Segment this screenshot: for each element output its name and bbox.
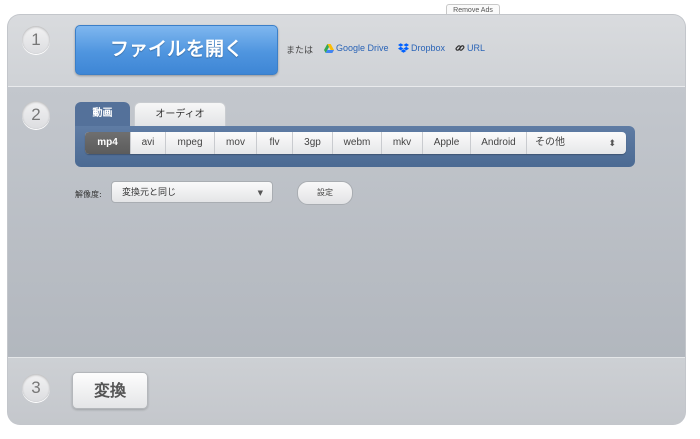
step-1-number: 1 xyxy=(22,26,50,54)
format-mpeg[interactable]: mpeg xyxy=(166,132,215,154)
url-link[interactable]: URL xyxy=(455,43,485,53)
format-apple[interactable]: Apple xyxy=(423,132,471,154)
format-webm[interactable]: webm xyxy=(333,132,382,154)
format-avi[interactable]: avi xyxy=(131,132,166,154)
tab-audio[interactable]: オーディオ xyxy=(134,102,226,126)
tab-video[interactable]: 動画 xyxy=(75,102,130,126)
format-mp4[interactable]: mp4 xyxy=(85,132,131,154)
resolution-select[interactable]: 変換元と同じ ▼ xyxy=(111,181,273,203)
format-3gp[interactable]: 3gp xyxy=(293,132,333,154)
open-file-button[interactable]: ファイルを開く xyxy=(75,25,278,75)
format-mkv[interactable]: mkv xyxy=(382,132,423,154)
convert-button[interactable]: 変換 xyxy=(72,372,148,409)
chevron-down-icon: ▼ xyxy=(257,189,263,197)
converter-panel: 1 ファイルを開く または Google Drive Dropbox URL 2… xyxy=(8,15,685,424)
step-3-number: 3 xyxy=(22,374,50,402)
step-3-section: 3 変換 xyxy=(8,358,685,424)
step-1-section: 1 ファイルを開く または Google Drive Dropbox URL xyxy=(8,15,685,87)
dropbox-link[interactable]: Dropbox xyxy=(398,43,445,53)
google-drive-link[interactable]: Google Drive xyxy=(324,43,389,53)
google-drive-label: Google Drive xyxy=(336,43,389,53)
url-label: URL xyxy=(467,43,486,53)
resolution-value: 変換元と同じ xyxy=(122,188,177,198)
format-list: mp4 avi mpeg mov flv 3gp webm mkv Apple … xyxy=(85,132,626,154)
google-drive-icon xyxy=(324,44,334,53)
up-down-arrow-icon: ⬍ xyxy=(608,138,616,148)
format-flv[interactable]: flv xyxy=(257,132,293,154)
format-mov[interactable]: mov xyxy=(215,132,257,154)
dropbox-icon xyxy=(398,43,409,53)
format-other-dropdown[interactable]: その他 ⬍ xyxy=(527,132,626,154)
format-other-label: その他 xyxy=(535,137,565,148)
link-icon xyxy=(455,45,465,51)
or-text: または xyxy=(286,46,314,56)
resolution-label: 解像度: xyxy=(75,190,102,199)
step-2-section: 2 動画 オーディオ mp4 avi mpeg mov flv 3gp webm… xyxy=(8,87,685,358)
settings-button[interactable]: 設定 xyxy=(297,181,353,205)
dropbox-label: Dropbox xyxy=(411,43,446,53)
format-bar: mp4 avi mpeg mov flv 3gp webm mkv Apple … xyxy=(75,126,635,167)
format-android[interactable]: Android xyxy=(471,132,527,154)
step-2-number: 2 xyxy=(22,101,50,129)
